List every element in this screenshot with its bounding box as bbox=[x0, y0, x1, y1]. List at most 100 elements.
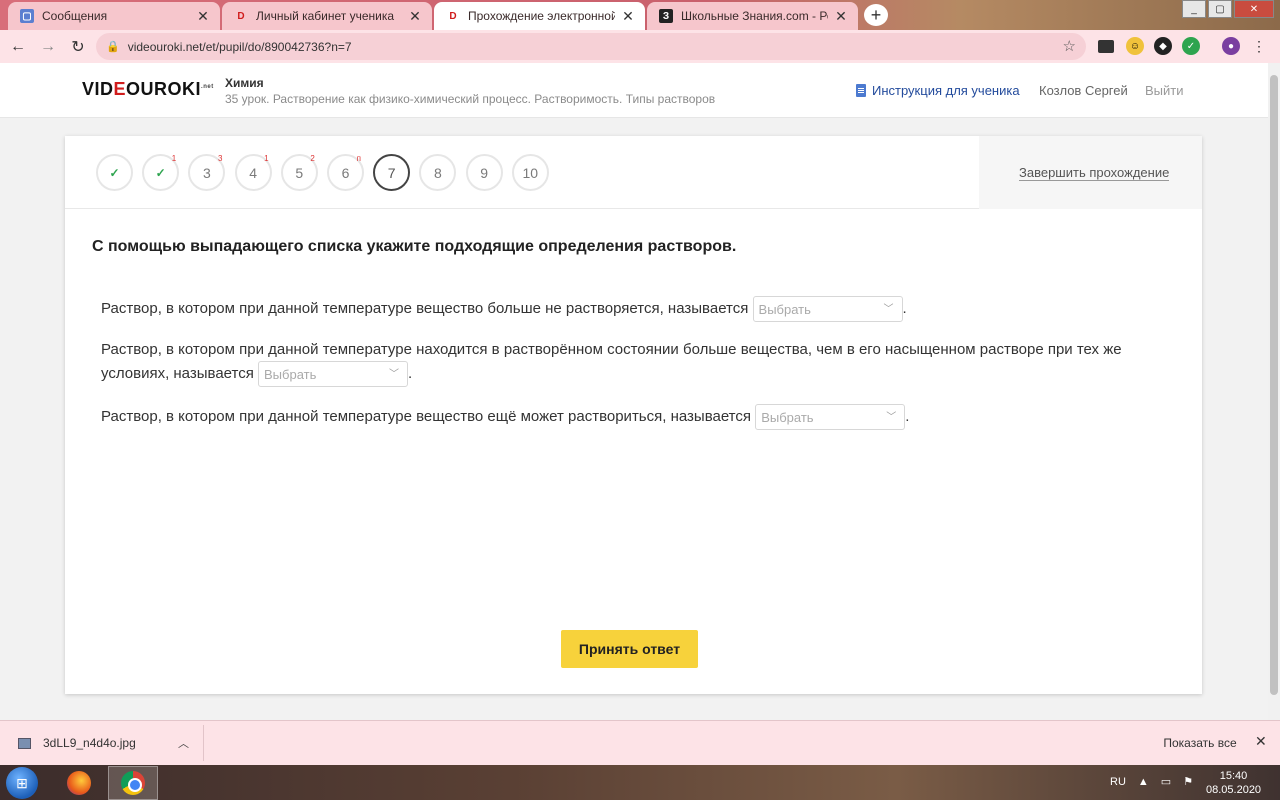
minimize-icon[interactable]: _ bbox=[1182, 0, 1206, 18]
checkmark-icon: ✓ bbox=[155, 165, 166, 180]
back-icon[interactable]: ← bbox=[6, 35, 30, 59]
question-2-button[interactable]: ✓ 1 bbox=[142, 154, 180, 191]
chevron-down-icon: ﹀ bbox=[886, 411, 897, 423]
chevron-down-icon: ﹀ bbox=[883, 303, 894, 315]
page-scrollbar[interactable] bbox=[1268, 63, 1280, 720]
maximize-icon[interactable]: ▢ bbox=[1208, 0, 1232, 18]
attempts-badge: 3 bbox=[217, 154, 223, 163]
videouroki-icon: D bbox=[449, 10, 457, 22]
show-all-button[interactable]: Показать все bbox=[1155, 730, 1245, 756]
image-file-icon bbox=[18, 737, 31, 749]
subject-title: Химия bbox=[225, 76, 264, 90]
user-name[interactable]: Козлов Сергей bbox=[1039, 83, 1128, 98]
attempts-badge: 1 bbox=[264, 154, 269, 163]
question-number: 8 bbox=[433, 164, 442, 181]
shield-extension-icon[interactable]: ✓ bbox=[1182, 37, 1200, 55]
question-7-button[interactable]: 7 bbox=[373, 154, 411, 191]
answer-dropdown[interactable]: Выбрать ﹀ bbox=[755, 404, 906, 430]
question-navigation: ✓ ✓ 1 3 3 4 1 5 2 6 п 7 8 9 10 Завершить прохождение bbox=[65, 136, 1202, 209]
extension-cube-icon[interactable]: ◆ bbox=[1154, 37, 1172, 55]
answer-dropdown[interactable]: Выбрать ﹀ bbox=[752, 296, 903, 322]
question-10-button[interactable]: 10 bbox=[511, 154, 549, 191]
tab-title: Сообщения bbox=[42, 9, 108, 23]
taskbar-chrome[interactable] bbox=[108, 766, 158, 800]
question-number: 10 bbox=[522, 164, 539, 181]
site-header: VIDEOUROKI.net Химия 35 урок. Растворени… bbox=[0, 63, 1268, 118]
task-item-text: Раствор, в котором при данной температур… bbox=[101, 341, 1122, 382]
browser-tab[interactable]: D Личный кабинет ученика ✕ bbox=[222, 2, 432, 30]
question-number: 7 bbox=[387, 164, 396, 181]
address-bar[interactable]: 🔒 videouroki.net/et/pupil/do/890042736?n… bbox=[96, 33, 1086, 60]
profile-avatar-icon[interactable]: ● bbox=[1222, 37, 1240, 55]
question-3-button[interactable]: 33 bbox=[188, 154, 226, 191]
tab-title: Личный кабинет ученика bbox=[256, 9, 395, 23]
download-bar: 3dLL9_n4d4o.jpg ︿ Показать все ✕ bbox=[0, 720, 1280, 765]
znanija-icon: З bbox=[659, 9, 673, 23]
question-number: 9 bbox=[480, 164, 488, 181]
question-number: 3 bbox=[202, 164, 211, 181]
tray-arrow-icon[interactable]: ▲ bbox=[1138, 776, 1149, 788]
taskbar-firefox[interactable] bbox=[54, 766, 104, 800]
network-icon[interactable]: ▭ bbox=[1161, 775, 1171, 788]
windows-taskbar: ⊞ RU ▲ ▭ ⚑ 15:40 08.05.2020 bbox=[0, 765, 1280, 800]
chevron-up-icon[interactable]: ︿ bbox=[178, 735, 189, 751]
task-item: Раствор, в котором при данной температур… bbox=[101, 404, 1141, 430]
question-6-button[interactable]: 6п bbox=[327, 154, 364, 191]
tab-close-icon[interactable]: ✕ bbox=[621, 8, 635, 25]
task-item: Раствор, в котором при данной температур… bbox=[101, 338, 1141, 387]
question-4-button[interactable]: 41 bbox=[234, 154, 272, 191]
chrome-icon bbox=[121, 771, 145, 795]
menu-dots-icon[interactable]: ⋮ bbox=[1250, 37, 1268, 55]
attempts-badge: п bbox=[356, 154, 361, 163]
instruction-link[interactable]: Инструкция для ученика bbox=[856, 83, 1020, 98]
question-9-button[interactable]: 9 bbox=[465, 154, 503, 191]
videouroki-logo[interactable]: VIDEOUROKI.net bbox=[82, 79, 214, 100]
answer-dropdown[interactable]: Выбрать ﹀ bbox=[258, 361, 408, 387]
flag-icon[interactable]: ⚑ bbox=[1183, 775, 1193, 788]
bookmark-star-icon[interactable]: ☆ bbox=[1063, 37, 1076, 55]
submit-answer-button[interactable]: Принять ответ bbox=[561, 630, 698, 668]
workbook-card: ✓ ✓ 1 3 3 4 1 5 2 6 п 7 8 9 10 Завершить прохождение С… bbox=[65, 136, 1202, 694]
url-text: videouroki.net/et/pupil/do/890042736?n=7 bbox=[127, 39, 352, 54]
logout-link[interactable]: Выйти bbox=[1145, 83, 1184, 98]
emoji-extension-icon[interactable]: ☺ bbox=[1126, 37, 1144, 55]
question-5-button[interactable]: 52 bbox=[280, 154, 318, 191]
task-item-text: Раствор, в котором при данной температур… bbox=[101, 407, 752, 425]
task-instruction: С помощью выпадающего списка укажите под… bbox=[92, 238, 737, 255]
checkmark-icon: ✓ bbox=[109, 165, 120, 180]
start-button-icon[interactable]: ⊞ bbox=[6, 767, 38, 799]
system-tray: RU ▲ ▭ ⚑ bbox=[1110, 775, 1193, 789]
question-number: 5 bbox=[295, 164, 304, 181]
language-indicator[interactable]: RU bbox=[1110, 776, 1126, 788]
tab-title: Прохождение электронной тетради bbox=[468, 9, 615, 23]
tab-close-icon[interactable]: ✕ bbox=[408, 8, 422, 25]
question-number: 6 bbox=[341, 164, 350, 181]
tab-close-icon[interactable]: ✕ bbox=[196, 8, 210, 25]
question-1-button[interactable]: ✓ bbox=[96, 154, 133, 191]
finish-button[interactable]: Завершить прохождение bbox=[1019, 166, 1170, 181]
question-8-button[interactable]: 8 bbox=[419, 154, 457, 191]
browser-tab[interactable]: З Школьные Знания.com - Решае ✕ bbox=[647, 2, 858, 30]
tab-close-icon[interactable]: ✕ bbox=[834, 8, 848, 25]
task-item-text: Раствор, в котором при данной температур… bbox=[101, 299, 749, 317]
download-file-name: 3dLL9_n4d4o.jpg bbox=[43, 736, 136, 750]
browser-tab[interactable]: ▢ Сообщения ✕ bbox=[8, 2, 220, 30]
finish-area: Завершить прохождение bbox=[979, 136, 1202, 209]
clock[interactable]: 15:40 08.05.2020 bbox=[1206, 769, 1261, 797]
message-icon: ▢ bbox=[20, 9, 34, 23]
browser-toolbar: ← → ↻ 🔒 videouroki.net/et/pupil/do/89004… bbox=[0, 30, 1280, 63]
cast-icon[interactable] bbox=[1098, 40, 1114, 53]
chevron-down-icon: ﹀ bbox=[389, 368, 399, 380]
videouroki-icon: D bbox=[237, 10, 245, 22]
firefox-icon bbox=[67, 771, 91, 795]
download-item[interactable]: 3dLL9_n4d4o.jpg ︿ bbox=[6, 725, 204, 761]
reload-icon[interactable]: ↻ bbox=[66, 35, 90, 59]
browser-tab-active[interactable]: D Прохождение электронной тетради ✕ bbox=[434, 2, 645, 30]
window-controls: _ ▢ ✕ bbox=[1182, 0, 1274, 18]
close-icon[interactable]: ✕ bbox=[1255, 733, 1267, 750]
scrollbar-thumb[interactable] bbox=[1270, 75, 1278, 695]
browser-tab-strip: ▢ Сообщения ✕ D Личный кабинет ученика ✕… bbox=[0, 0, 1280, 30]
forward-icon[interactable]: → bbox=[36, 35, 60, 59]
close-window-icon[interactable]: ✕ bbox=[1234, 0, 1274, 18]
new-tab-button[interactable]: + bbox=[864, 4, 888, 26]
